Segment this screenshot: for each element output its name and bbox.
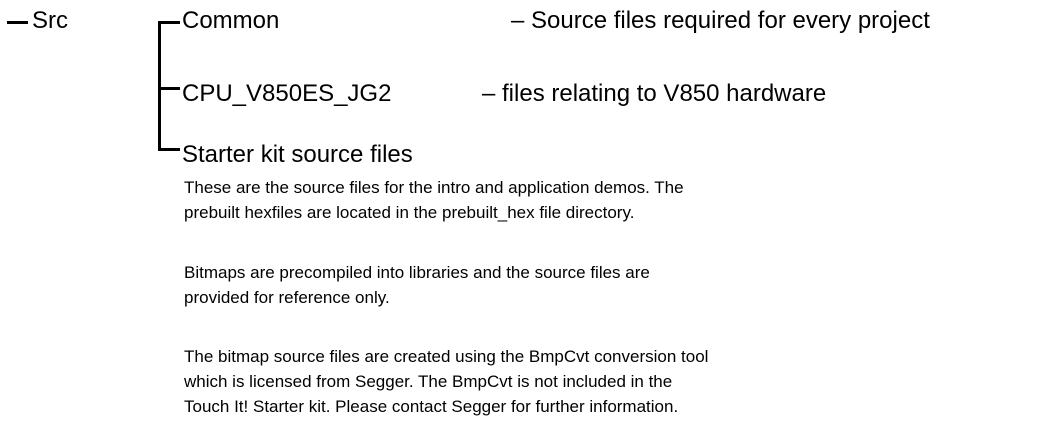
note-line: Bitmaps are precompiled into libraries a… <box>184 263 650 282</box>
note-line: which is licensed from Segger. The BmpCv… <box>184 372 673 391</box>
note-line: These are the source files for the intro… <box>184 178 684 197</box>
folder-name-common: Common <box>182 7 280 34</box>
branch-line-starter-kit <box>158 148 180 151</box>
note-line: provided for reference only. <box>184 288 390 307</box>
branch-line-common <box>158 21 180 24</box>
folder-tree-diagram: Src Common – Source files required for e… <box>0 0 1059 443</box>
note-line: Touch It! Starter kit. Please contact Se… <box>184 397 679 416</box>
branch-line-cpu <box>158 87 180 90</box>
root-connector-line <box>7 21 28 24</box>
root-folder-label: Src <box>32 7 68 34</box>
note-line: The bitmap source files are created usin… <box>184 347 709 366</box>
folder-name-cpu: CPU_V850ES_JG2 <box>182 80 392 107</box>
folder-name-starter-kit: Starter kit source files <box>182 141 413 168</box>
tree-trunk-line <box>158 21 161 151</box>
note-line: prebuilt hexfiles are located in the pre… <box>184 203 635 222</box>
folder-description-cpu: – files relating to V850 hardware <box>482 80 827 107</box>
folder-description-common: – Source files required for every projec… <box>511 7 930 34</box>
